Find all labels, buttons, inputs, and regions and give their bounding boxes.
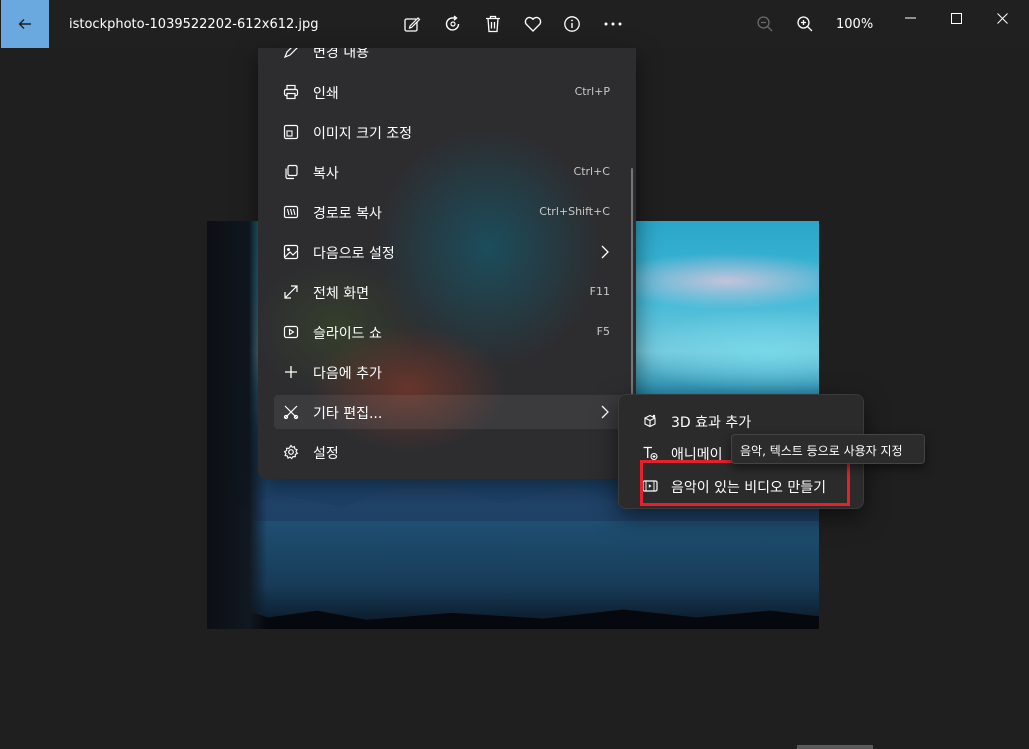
set-as-icon bbox=[282, 243, 300, 261]
info-icon[interactable] bbox=[562, 14, 582, 34]
menu-item-label: 이미지 크기 조정 bbox=[313, 126, 413, 142]
minimize-button[interactable] bbox=[887, 6, 933, 30]
chevron-right-icon bbox=[601, 245, 609, 259]
menu-item-print[interactable]: 인쇄 Ctrl+P bbox=[274, 75, 626, 109]
menu-item-label: 경로로 복사 bbox=[313, 206, 382, 222]
add-icon bbox=[282, 363, 300, 381]
zoom-out-icon[interactable] bbox=[755, 14, 775, 34]
menu-item-shortcut: Ctrl+C bbox=[573, 165, 610, 178]
print-icon bbox=[282, 83, 300, 101]
menu-item-settings[interactable]: 설정 bbox=[274, 435, 626, 469]
heart-icon[interactable] bbox=[523, 14, 543, 34]
menu-item-label: 전체 화면 bbox=[313, 286, 369, 302]
edit-icon[interactable] bbox=[402, 14, 422, 34]
more-edits-icon bbox=[282, 403, 300, 421]
zoom-level[interactable]: 100% bbox=[836, 17, 873, 32]
menu-item-copy-path[interactable]: 경로로 복사 Ctrl+Shift+C bbox=[274, 195, 626, 229]
maximize-icon bbox=[950, 12, 962, 24]
resize-icon bbox=[282, 123, 300, 141]
bottom-scrollbar[interactable] bbox=[797, 745, 873, 749]
delete-icon[interactable] bbox=[483, 14, 503, 34]
menu-item-label: 설정 bbox=[313, 446, 339, 462]
chevron-right-icon bbox=[601, 405, 609, 419]
back-arrow-icon bbox=[18, 19, 31, 29]
copy-path-icon bbox=[282, 203, 300, 221]
title-bar: istockphoto-1039522202-612x612.jpg 100% bbox=[0, 0, 1029, 48]
menu-item-more-edits[interactable]: 기타 편집... bbox=[274, 395, 626, 429]
zoom-in-icon[interactable] bbox=[795, 14, 815, 34]
file-name: istockphoto-1039522202-612x612.jpg bbox=[69, 17, 319, 32]
menu-item-add-to[interactable]: 다음에 추가 bbox=[274, 355, 626, 389]
menu-item-shortcut: F11 bbox=[589, 285, 610, 298]
tooltip: 음악, 텍스트 등으로 사용자 지정 bbox=[731, 434, 925, 464]
more-icon[interactable] bbox=[603, 14, 623, 34]
menu-item-label: 다음으로 설정 bbox=[313, 246, 395, 262]
close-button[interactable] bbox=[979, 6, 1025, 30]
menu-item-label: 슬라이드 쇼 bbox=[313, 326, 382, 342]
menu-item-label: 복사 bbox=[313, 166, 339, 182]
menu-item-changes[interactable]: 변경 내용 bbox=[274, 48, 626, 68]
back-button[interactable] bbox=[1, 0, 49, 48]
menu-item-label: 변경 내용 bbox=[313, 48, 369, 61]
photo-valley bbox=[207, 521, 819, 629]
menu-item-slideshow[interactable]: 슬라이드 쇼 F5 bbox=[274, 315, 626, 349]
rotate-icon[interactable] bbox=[443, 14, 463, 34]
maximize-button[interactable] bbox=[933, 6, 979, 30]
slideshow-icon bbox=[282, 323, 300, 341]
close-icon bbox=[996, 12, 1008, 24]
menu-item-resize[interactable]: 이미지 크기 조정 bbox=[274, 115, 626, 149]
menu-item-label: 인쇄 bbox=[313, 86, 339, 102]
effects-3d-icon bbox=[641, 412, 659, 430]
menu-item-shortcut: Ctrl+Shift+C bbox=[539, 205, 610, 218]
submenu-item-label: 3D 효과 추가 bbox=[671, 415, 752, 431]
annotation-highlight-box bbox=[640, 460, 850, 506]
minimize-icon bbox=[904, 17, 916, 19]
edit-changes-icon bbox=[282, 48, 300, 60]
menu-item-shortcut: Ctrl+P bbox=[574, 85, 610, 98]
settings-icon bbox=[282, 443, 300, 461]
submenu-item-3d-effects[interactable]: 3D 효과 추가 bbox=[631, 404, 853, 436]
menu-item-label: 다음에 추가 bbox=[313, 366, 382, 382]
menu-item-fullscreen[interactable]: 전체 화면 F11 bbox=[274, 275, 626, 309]
menu-item-copy[interactable]: 복사 Ctrl+C bbox=[274, 155, 626, 189]
menu-scrollbar[interactable] bbox=[631, 168, 633, 418]
menu-item-set-as[interactable]: 다음으로 설정 bbox=[274, 235, 626, 269]
menu-item-label: 기타 편집... bbox=[313, 406, 383, 422]
copy-icon bbox=[282, 163, 300, 181]
fullscreen-icon bbox=[282, 283, 300, 301]
menu-item-shortcut: F5 bbox=[596, 325, 610, 338]
context-menu: 변경 내용 인쇄 Ctrl+P 이미지 크기 조정 복사 Ctrl+C 경로로 … bbox=[258, 48, 636, 479]
